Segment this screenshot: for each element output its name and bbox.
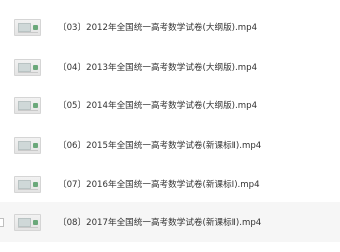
video-file-icon (14, 18, 41, 36)
file-name[interactable]: 〔05〕2014年全国统一高考数学试卷(大纲版).mp4 (58, 99, 257, 111)
file-name[interactable]: 〔04〕2013年全国统一高考数学试卷(大纲版).mp4 (58, 61, 257, 73)
video-file-icon (14, 175, 41, 193)
file-row[interactable]: 〔03〕2012年全国统一高考数学试卷(大纲版).mp4 (0, 7, 340, 47)
video-file-icon (14, 213, 41, 231)
file-row[interactable]: 〔05〕2014年全国统一高考数学试卷(大纲版).mp4 (0, 85, 340, 125)
video-file-icon (14, 58, 41, 76)
file-name[interactable]: 〔08〕2017年全国统一高考数学试卷(新课标Ⅱ).mp4 (58, 216, 261, 228)
video-file-icon (14, 136, 41, 154)
file-row-selected[interactable]: 〔08〕2017年全国统一高考数学试卷(新课标Ⅱ).mp4 (0, 202, 340, 242)
file-name[interactable]: 〔07〕2016年全国统一高考数学试卷(新课标Ⅰ).mp4 (58, 178, 260, 190)
file-row[interactable]: 〔06〕2015年全国统一高考数学试卷(新课标Ⅱ).mp4 (0, 125, 340, 165)
row-checkbox[interactable] (0, 217, 4, 227)
file-name[interactable]: 〔03〕2012年全国统一高考数学试卷(大纲版).mp4 (58, 21, 257, 33)
video-file-icon (14, 96, 41, 114)
file-name[interactable]: 〔06〕2015年全国统一高考数学试卷(新课标Ⅱ).mp4 (58, 139, 261, 151)
file-list: 〔03〕2012年全国统一高考数学试卷(大纲版).mp4 〔04〕2013年全国… (0, 0, 340, 252)
file-row[interactable]: 〔04〕2013年全国统一高考数学试卷(大纲版).mp4 (0, 47, 340, 87)
file-row[interactable]: 〔07〕2016年全国统一高考数学试卷(新课标Ⅰ).mp4 (0, 164, 340, 204)
